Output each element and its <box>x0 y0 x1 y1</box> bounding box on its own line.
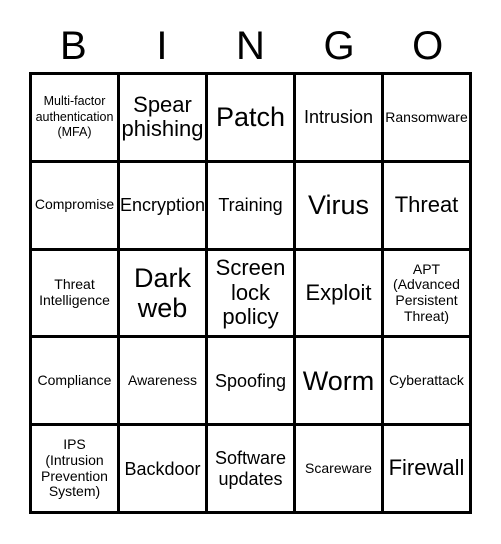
bingo-cell[interactable]: Awareness <box>120 338 208 427</box>
bingo-cell[interactable]: Compromise <box>32 162 120 251</box>
bingo-cell-label: Scareware <box>305 459 372 476</box>
bingo-cell[interactable]: Multi-factor authentication (MFA) <box>32 75 120 163</box>
bingo-cell[interactable]: Threat Intelligence <box>32 250 120 339</box>
bingo-cell-label: Training <box>218 195 283 216</box>
bingo-cell-label: Spoofing <box>214 370 287 391</box>
bingo-cell-label: Encryption <box>120 195 206 216</box>
bingo-cell-label: Virus <box>307 190 370 221</box>
header-letter-n: N <box>236 24 265 68</box>
bingo-cell[interactable]: IPS (Intrusion Prevention System) <box>32 426 120 514</box>
bingo-cell[interactable]: Firewall <box>384 426 472 514</box>
bingo-cell[interactable]: Ransomware <box>384 75 472 163</box>
bingo-cell-label: Intrusion <box>303 107 374 128</box>
bingo-cell[interactable]: Screen lock policy <box>208 250 296 339</box>
bingo-cell-label: Exploit <box>305 279 372 305</box>
bingo-cell[interactable]: Backdoor <box>120 426 208 514</box>
bingo-cell-label: IPS (Intrusion Prevention System) <box>41 436 108 500</box>
bingo-cell-label: Compliance <box>37 371 112 388</box>
bingo-cell[interactable]: Patch <box>208 75 296 163</box>
bingo-cell-label: Worm <box>302 365 375 396</box>
bingo-cell-label: Software updates <box>214 448 287 489</box>
bingo-cell-label: Cyberattack <box>389 371 464 388</box>
bingo-cell[interactable]: Compliance <box>32 338 120 427</box>
bingo-cell[interactable]: Software updates <box>208 426 296 514</box>
bingo-cell-label: Ransomware <box>385 108 468 125</box>
header-letter-o: O <box>412 24 444 68</box>
header-letter-i: I <box>156 24 168 68</box>
bingo-cell[interactable]: Threat <box>384 162 472 251</box>
bingo-cell-label: Patch <box>215 102 286 133</box>
bingo-cell[interactable]: Scareware <box>296 426 384 514</box>
bingo-cell[interactable]: Spear phishing <box>120 75 208 163</box>
bingo-grid: Multi-factor authentication (MFA) Spear … <box>29 72 472 514</box>
bingo-cell[interactable]: Spoofing <box>208 338 296 427</box>
bingo-cell-label: Awareness <box>127 371 197 388</box>
bingo-header: B I N G O <box>29 22 472 70</box>
bingo-cell[interactable]: Intrusion <box>296 75 384 163</box>
bingo-cell-label: Spear phishing <box>121 91 204 142</box>
bingo-cell[interactable]: Virus <box>296 162 384 251</box>
bingo-cell-label: Dark web <box>133 262 191 323</box>
bingo-cell-label: APT (Advanced Persistent Threat) <box>393 260 460 324</box>
bingo-cell[interactable]: Exploit <box>296 250 384 339</box>
bingo-cell-label: Multi-factor authentication (MFA) <box>35 93 114 140</box>
bingo-cell-label: Threat Intelligence <box>39 276 110 308</box>
header-letter-b: B <box>59 24 87 68</box>
bingo-cell[interactable]: Worm <box>296 338 384 427</box>
bingo-cell-label: Screen lock policy <box>215 255 286 330</box>
bingo-cell[interactable]: APT (Advanced Persistent Threat) <box>384 250 472 339</box>
bingo-cell[interactable]: Encryption <box>120 162 208 251</box>
bingo-cell-label: Firewall <box>388 455 465 481</box>
bingo-cell-label: Threat <box>394 191 459 217</box>
bingo-cell-label: Backdoor <box>124 458 201 479</box>
bingo-cell[interactable]: Dark web <box>120 250 208 339</box>
bingo-card: B I N G O Multi-factor authentication (M… <box>0 0 501 544</box>
bingo-cell-label: Compromise <box>34 196 115 213</box>
bingo-cell[interactable]: Training <box>208 162 296 251</box>
header-letter-g: G <box>323 24 355 68</box>
bingo-cell[interactable]: Cyberattack <box>384 338 472 427</box>
